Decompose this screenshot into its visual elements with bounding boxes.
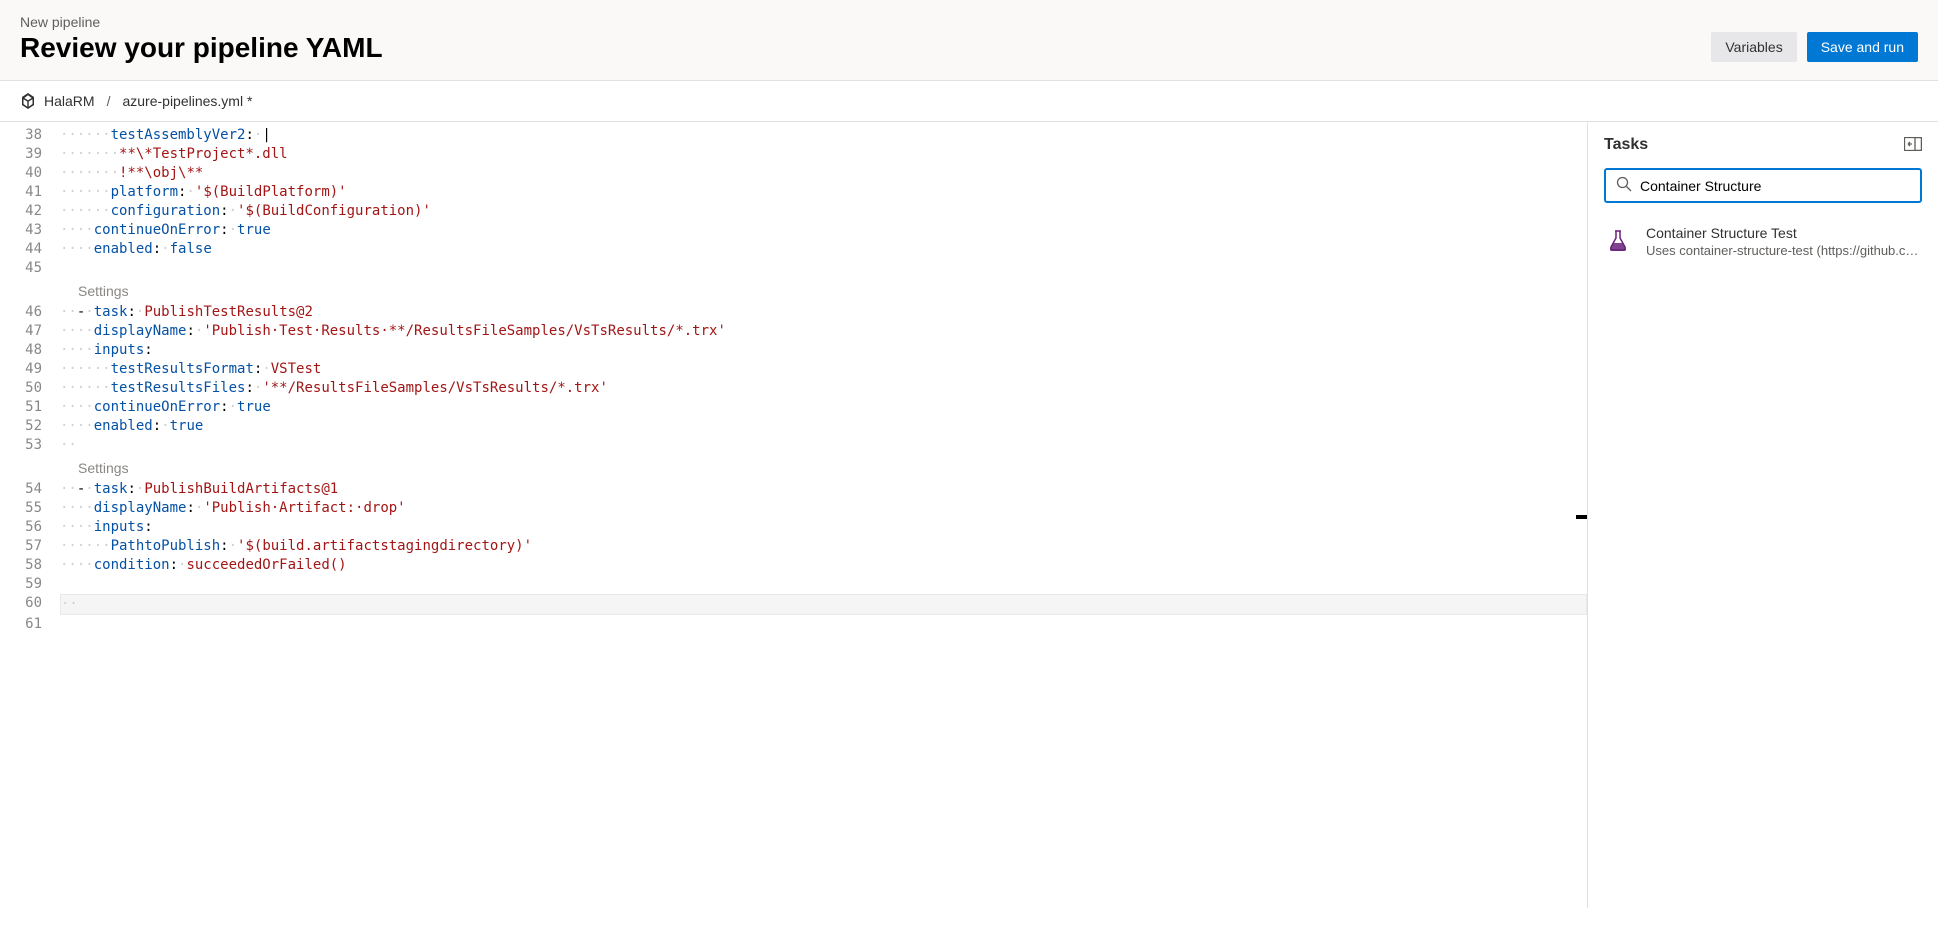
line-number: 54 [0,480,60,499]
code-content[interactable]: ·······!**\obj\** [60,164,1587,183]
code-content[interactable]: ······testAssemblyVer2:·| [60,126,1587,145]
line-number: 38 [0,126,60,145]
code-content[interactable]: ······configuration:·'$(BuildConfigurati… [60,202,1587,221]
line-number: 44 [0,240,60,259]
path-separator: / [107,93,111,109]
line-number: 40 [0,164,60,183]
code-content[interactable]: ······testResultsFiles:·'**/ResultsFileS… [60,379,1587,398]
line-number: 51 [0,398,60,417]
line-number: 58 [0,556,60,575]
code-line[interactable]: 48····inputs: [0,341,1587,360]
code-line[interactable]: 51····continueOnError:·true [0,398,1587,417]
code-line[interactable]: 40·······!**\obj\** [0,164,1587,183]
pane-resize-handle[interactable] [1576,515,1588,519]
line-number: 52 [0,417,60,436]
code-content[interactable]: ····continueOnError:·true [60,221,1587,240]
code-line[interactable]: 39·······**\*TestProject*.dll [0,145,1587,164]
code-line[interactable]: 49······testResultsFormat:·VSTest [0,360,1587,379]
line-number: 45 [0,259,60,278]
file-path-bar: HalaRM / azure-pipelines.yml * [0,81,1938,122]
line-number: 60 [0,594,60,615]
code-line[interactable]: 61 [0,615,1587,634]
code-line[interactable]: 44····enabled:·false [0,240,1587,259]
code-line[interactable]: 50······testResultsFiles:·'**/ResultsFil… [0,379,1587,398]
code-content[interactable]: ····continueOnError:·true [60,398,1587,417]
code-line[interactable]: 57······PathtoPublish:·'$(build.artifact… [0,537,1587,556]
line-number: 46 [0,303,60,322]
task-settings-link[interactable]: Settings [60,278,129,303]
breadcrumb[interactable]: New pipeline [20,14,383,30]
repo-icon [20,93,36,109]
task-settings-link[interactable]: Settings [60,455,129,480]
code-content[interactable]: ······platform:·'$(BuildPlatform)' [60,183,1587,202]
code-content[interactable]: ····inputs: [60,518,1587,537]
code-content[interactable]: ······PathtoPublish:·'$(build.artifactst… [60,537,1587,556]
line-number: 57 [0,537,60,556]
line-number: 49 [0,360,60,379]
tasks-search[interactable] [1604,168,1922,203]
code-content[interactable]: ·······**\*TestProject*.dll [60,145,1587,164]
code-line[interactable]: 54··-·task:·PublishBuildArtifacts@1 [0,480,1587,499]
line-number: 53 [0,436,60,455]
tasks-title: Tasks [1604,136,1648,154]
tasks-panel: Tasks Container Structure Test Uses cont… [1588,122,1938,908]
code-content[interactable]: ····inputs: [60,341,1587,360]
tasks-search-input[interactable] [1640,178,1910,194]
line-number: 43 [0,221,60,240]
code-content[interactable]: ·· [60,436,1587,455]
code-content[interactable]: ······testResultsFormat:·VSTest [60,360,1587,379]
expand-panel-icon[interactable] [1904,137,1922,154]
task-result-item[interactable]: Container Structure Test Uses container-… [1604,221,1922,262]
code-line[interactable]: 47····displayName:·'Publish·Test·Results… [0,322,1587,341]
save-and-run-button[interactable]: Save and run [1807,32,1918,62]
line-number: 39 [0,145,60,164]
line-number: 55 [0,499,60,518]
code-content[interactable] [60,615,1587,634]
code-content[interactable]: ·· [60,594,1587,615]
line-number: 59 [0,575,60,594]
line-number: 41 [0,183,60,202]
yaml-editor[interactable]: 38······testAssemblyVer2:·|39·······**\*… [0,122,1588,908]
code-line[interactable]: 42······configuration:·'$(BuildConfigura… [0,202,1587,221]
flask-icon [1604,227,1632,255]
repo-name[interactable]: HalaRM [44,93,95,109]
task-result-name: Container Structure Test [1646,225,1922,241]
file-name[interactable]: azure-pipelines.yml * [122,93,252,109]
code-content[interactable]: ····enabled:·false [60,240,1587,259]
line-number: 56 [0,518,60,537]
line-number: 42 [0,202,60,221]
line-number: 61 [0,615,60,634]
code-line[interactable]: 43····continueOnError:·true [0,221,1587,240]
search-icon [1616,176,1632,195]
code-line[interactable]: 46··-·task:·PublishTestResults@2 [0,303,1587,322]
line-number: 48 [0,341,60,360]
code-line[interactable]: 53·· [0,436,1587,455]
code-line[interactable]: 41······platform:·'$(BuildPlatform)' [0,183,1587,202]
line-number: 47 [0,322,60,341]
code-content[interactable]: ····condition:·succeededOrFailed() [60,556,1587,575]
task-result-description: Uses container-structure-test (https://g… [1646,243,1922,258]
code-line[interactable]: 56····inputs: [0,518,1587,537]
code-content[interactable] [60,259,1587,278]
line-number: 50 [0,379,60,398]
code-line[interactable]: 59 [0,575,1587,594]
variables-button[interactable]: Variables [1711,32,1796,62]
code-content[interactable] [60,575,1587,594]
code-content[interactable]: ····displayName:·'Publish·Artifact:·drop… [60,499,1587,518]
code-line[interactable]: 38······testAssemblyVer2:·| [0,126,1587,145]
code-line[interactable]: 55····displayName:·'Publish·Artifact:·dr… [0,499,1587,518]
page-title: Review your pipeline YAML [20,32,383,64]
code-content[interactable]: ····enabled:·true [60,417,1587,436]
code-line[interactable]: 58····condition:·succeededOrFailed() [0,556,1587,575]
code-line[interactable]: 60·· [0,594,1587,615]
code-content[interactable]: ····displayName:·'Publish·Test·Results·*… [60,322,1587,341]
page-header: New pipeline Review your pipeline YAML V… [0,0,1938,81]
code-content[interactable]: ··-·task:·PublishTestResults@2 [60,303,1587,322]
code-line[interactable]: 52····enabled:·true [0,417,1587,436]
code-content[interactable]: ··-·task:·PublishBuildArtifacts@1 [60,480,1587,499]
code-line[interactable]: 45 [0,259,1587,278]
